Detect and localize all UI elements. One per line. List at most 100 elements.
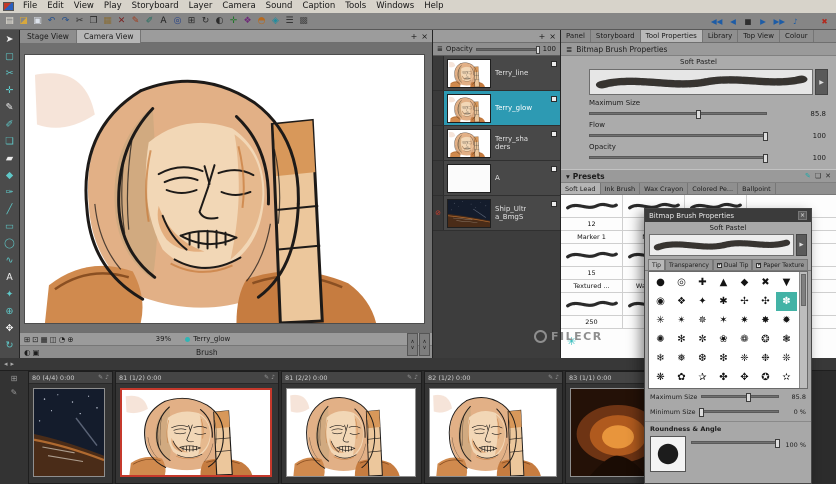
brush-tip-8[interactable]: ❖ (671, 292, 692, 311)
layer-thumbnail[interactable] (447, 94, 491, 123)
panel-header[interactable]: 80 (4/4) 0:00✎♪ (29, 372, 112, 384)
preset-new-icon[interactable]: ❏ (815, 172, 821, 180)
menu-layer[interactable]: Layer (184, 0, 218, 13)
zoom-icon[interactable]: ◎ (171, 14, 184, 28)
dialog-tab-dual-tip[interactable]: Dual Tip (713, 259, 753, 270)
brush-tip-1[interactable]: ◎ (671, 273, 692, 292)
minimum-size-slider-handle[interactable] (699, 408, 704, 417)
workspace-icon[interactable]: ☰ (283, 14, 296, 28)
panel-pencil-icon[interactable]: ✎ (548, 374, 553, 381)
opacity-slider-handle[interactable] (536, 46, 540, 54)
brush-tip-39[interactable]: ✥ (734, 368, 755, 387)
brush-tip-41[interactable]: ✫ (776, 368, 797, 387)
brush-tip-35[interactable]: ❋ (650, 368, 671, 387)
cut-icon[interactable]: ✂ (73, 14, 86, 28)
panel-grid-icon[interactable]: ⊞ (11, 374, 18, 383)
brush-tip-23[interactable]: ✼ (692, 330, 713, 349)
flow-slider-handle[interactable] (763, 132, 768, 141)
brush-tip-36[interactable]: ✿ (671, 368, 692, 387)
delete-icon[interactable]: ✕ (115, 14, 128, 28)
rectangle-tool-icon[interactable]: ▭ (1, 218, 19, 235)
layer-visibility-checkbox[interactable] (551, 61, 557, 67)
brush-tip-19[interactable]: ✸ (755, 311, 776, 330)
ellipse-tool-icon[interactable]: ◯ (1, 235, 19, 252)
brush-tip-18[interactable]: ✷ (734, 311, 755, 330)
dialog-tab-tip[interactable]: Tip (648, 259, 665, 270)
copy-icon[interactable]: ❐ (87, 14, 100, 28)
presets-arrow-icon[interactable]: ▾ (566, 172, 570, 181)
preset-cell[interactable]: 250 (561, 316, 623, 328)
grid-icon[interactable]: ⊞ (185, 14, 198, 28)
transform-tool-icon[interactable]: ▢ (1, 48, 19, 65)
menu-sound[interactable]: Sound (261, 0, 298, 13)
close-view-button[interactable]: × (421, 30, 428, 43)
collapse-button-2[interactable]: ∧ ∨ (419, 333, 430, 356)
layer-row-a[interactable]: A (433, 161, 560, 196)
maximum-size-slider[interactable] (701, 395, 779, 398)
brush-tip-26[interactable]: ❂ (755, 330, 776, 349)
brush-tip-40[interactable]: ✪ (755, 368, 776, 387)
panel-pencil-icon[interactable]: ✎ (407, 374, 412, 381)
camera-mask-icon[interactable]: ⊞ (24, 335, 30, 344)
brush-tip-28[interactable]: ❄ (650, 349, 671, 368)
stamp-tool-icon[interactable]: ❏ (1, 133, 19, 150)
roundness-slider[interactable] (691, 441, 779, 444)
layer-row-terry-sha[interactable]: Terry_shaders (433, 126, 560, 161)
menu-play[interactable]: Play (99, 0, 127, 13)
panel-thumbnail[interactable] (429, 388, 557, 477)
brush-tip-29[interactable]: ❅ (671, 349, 692, 368)
sound-icon[interactable]: ♪ (789, 15, 802, 29)
brush-tip-31[interactable]: ❇ (713, 349, 734, 368)
drawing-canvas[interactable] (25, 55, 424, 323)
paste-icon[interactable]: ▦ (101, 14, 114, 28)
layers-menu-icon[interactable]: ≣ (437, 45, 443, 53)
layers-close-button[interactable]: × (549, 32, 556, 41)
brush-tip-2[interactable]: ✚ (692, 273, 713, 292)
cutter-tool-icon[interactable]: ✂ (1, 65, 19, 82)
brush-tip-34[interactable]: ❊ (776, 349, 797, 368)
camera-icon[interactable]: ◐ (213, 14, 226, 28)
clock-icon[interactable]: ◔ (59, 335, 66, 344)
checkbox-icon[interactable] (717, 263, 722, 268)
layer-thumbnail[interactable] (447, 129, 491, 158)
scroll-right-icon[interactable]: ▸ (11, 360, 15, 368)
menu-edit[interactable]: Edit (42, 0, 68, 13)
maximum-size-slider[interactable] (589, 112, 767, 115)
preset-brush-icon[interactable]: ✎ (805, 172, 811, 180)
layer-visibility-checkbox[interactable] (551, 201, 557, 207)
line-tool-icon[interactable]: ╱ (1, 201, 19, 218)
menu-file[interactable]: File (18, 0, 42, 13)
layer-visibility-checkbox[interactable] (551, 166, 557, 172)
brush-tip-4[interactable]: ◆ (734, 273, 755, 292)
brush-tip-15[interactable]: ✴ (671, 311, 692, 330)
preset-tab-ink-brush[interactable]: Ink Brush (601, 183, 641, 194)
brush-tip-3[interactable]: ▲ (713, 273, 734, 292)
stop-icon[interactable]: ■ (741, 15, 754, 29)
layers-add-button[interactable]: + (539, 32, 546, 41)
menu-view[interactable]: View (69, 0, 99, 13)
layer-row-terry-line[interactable]: Terry_line (433, 56, 560, 91)
dialog-tab-transparency[interactable]: Transparency (665, 259, 713, 270)
collapse-button-1[interactable]: ∧ ∨ (407, 333, 418, 356)
panel-header[interactable]: 82 (1/2) 0:00✎♪ (425, 372, 562, 384)
contour-editor-tool-icon[interactable]: ✛ (1, 82, 19, 99)
brush-tip-27[interactable]: ❃ (776, 330, 797, 349)
panel-edit-icon[interactable]: ✎ (11, 388, 18, 397)
scrollbar-thumb[interactable] (801, 274, 806, 306)
brush-tip-6[interactable]: ▼ (776, 273, 797, 292)
opacity-slider[interactable] (589, 156, 767, 159)
menu-tools[interactable]: Tools (340, 0, 371, 13)
brush-tip-12[interactable]: ✣ (755, 292, 776, 311)
brush-tip-20[interactable]: ✹ (776, 311, 797, 330)
new-icon[interactable]: ▤ (3, 14, 16, 28)
preset-tab-soft-lead[interactable]: Soft Lead (561, 183, 601, 194)
brush-tip-32[interactable]: ❈ (734, 349, 755, 368)
zoom-tool-icon[interactable]: ⊕ (1, 303, 19, 320)
brush-tip-33[interactable]: ❉ (755, 349, 776, 368)
brush-tip-21[interactable]: ✺ (650, 330, 671, 349)
roundness-slider-handle[interactable] (775, 439, 780, 448)
tab-colour[interactable]: Colour (780, 30, 814, 42)
layer-row-terry-glow[interactable]: Terry_glow (433, 91, 560, 126)
maximum-size-slider-handle[interactable] (746, 393, 751, 402)
brush-icon[interactable]: ✐ (143, 14, 156, 28)
